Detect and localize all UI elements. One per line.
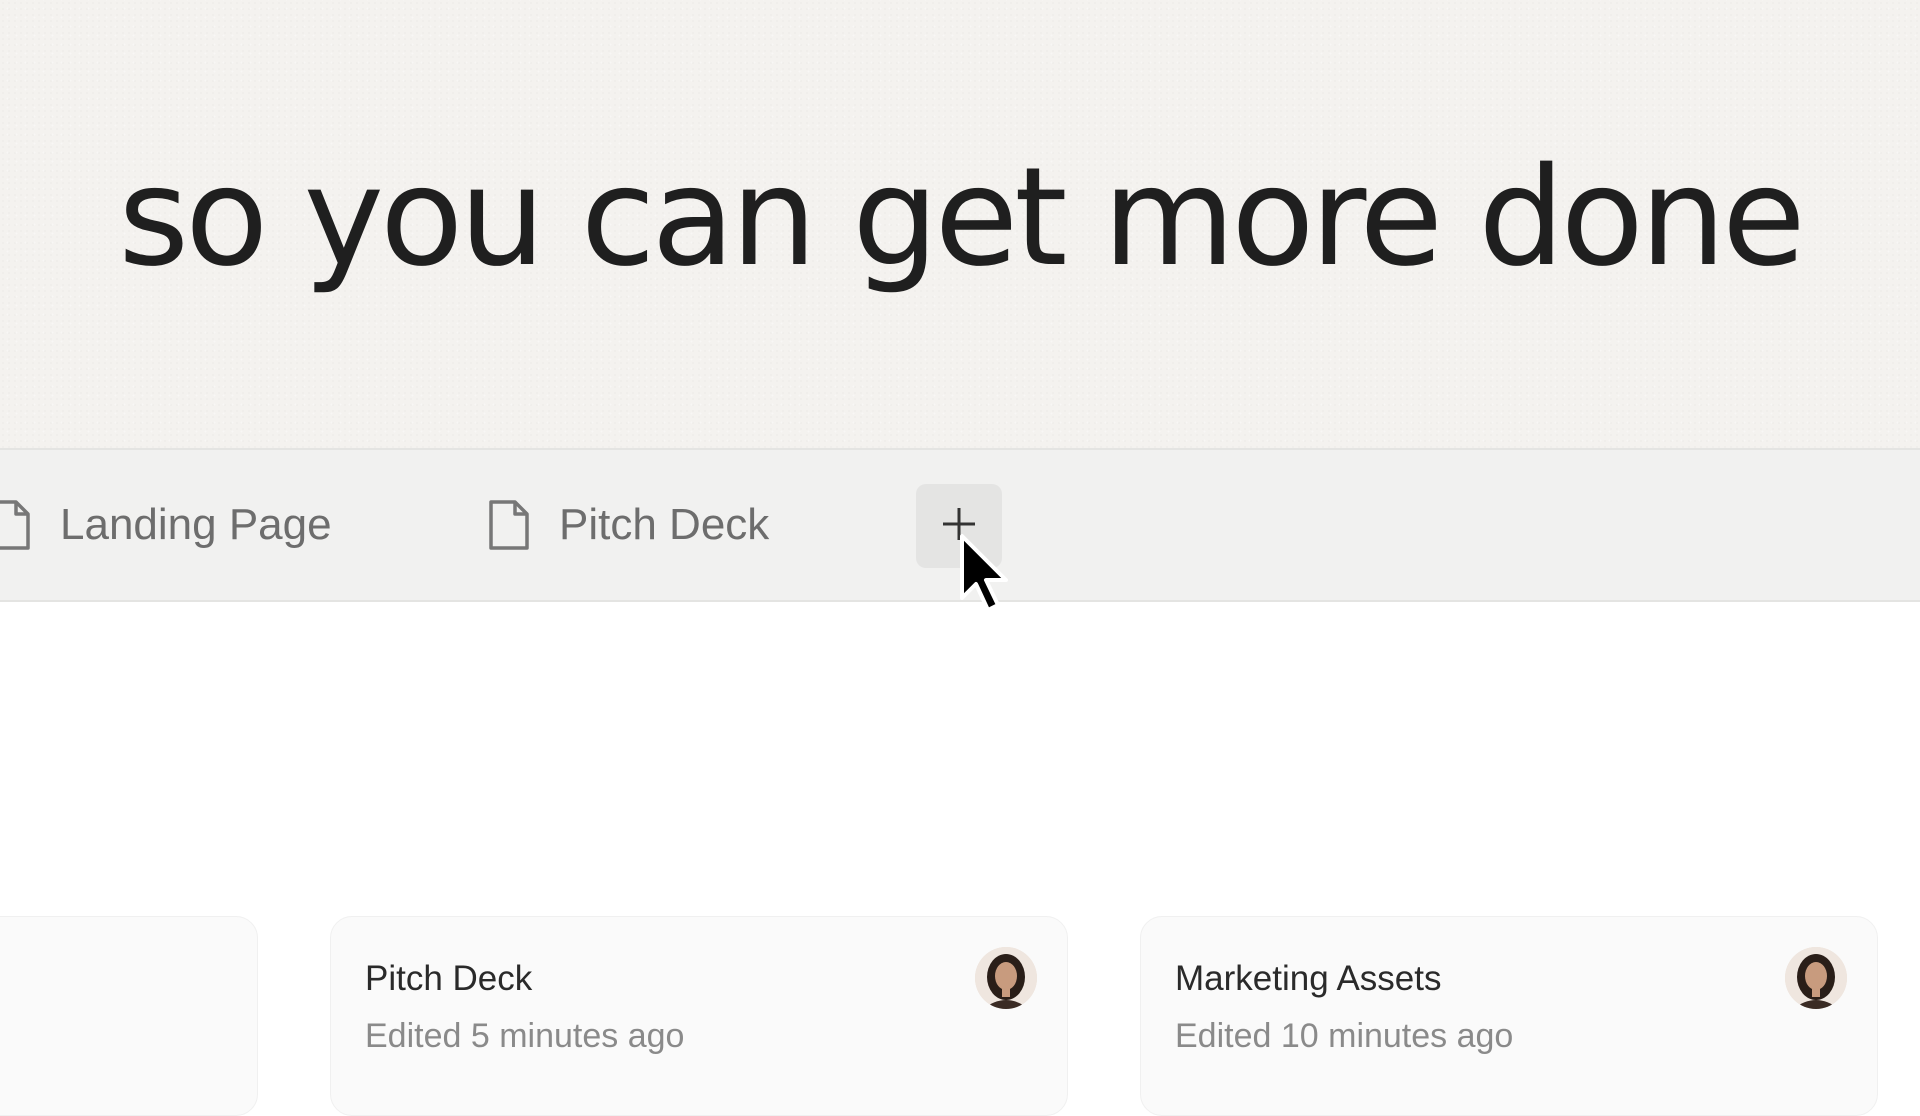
tab-landing-page[interactable]: Landing Page — [0, 450, 332, 600]
file-card-marketing-assets[interactable]: Marketing Assets Edited 10 minutes ago — [1140, 916, 1878, 1116]
plus-icon — [939, 504, 979, 549]
avatar — [1785, 947, 1847, 1009]
tab-pitch-deck[interactable]: Pitch Deck — [485, 450, 769, 600]
document-icon — [0, 499, 34, 551]
hero-headline: so you can get more done — [118, 139, 1805, 297]
card-title: Pitch Deck — [365, 959, 533, 998]
card-edited-time: Edited 5 minutes ago — [365, 1017, 685, 1055]
avatar — [975, 947, 1037, 1009]
card-title: Marketing Assets — [1175, 959, 1442, 998]
card-edited-time: Edited 10 minutes ago — [1175, 1017, 1514, 1055]
file-card-pitch-deck[interactable]: Pitch Deck Edited 5 minutes ago — [330, 916, 1068, 1116]
document-icon — [485, 499, 533, 551]
hero-section: so you can get more done — [0, 0, 1920, 448]
file-card[interactable] — [0, 916, 258, 1116]
add-tab-button[interactable] — [916, 484, 1002, 568]
tab-label: Landing Page — [60, 500, 332, 549]
tab-label: Pitch Deck — [559, 500, 770, 549]
